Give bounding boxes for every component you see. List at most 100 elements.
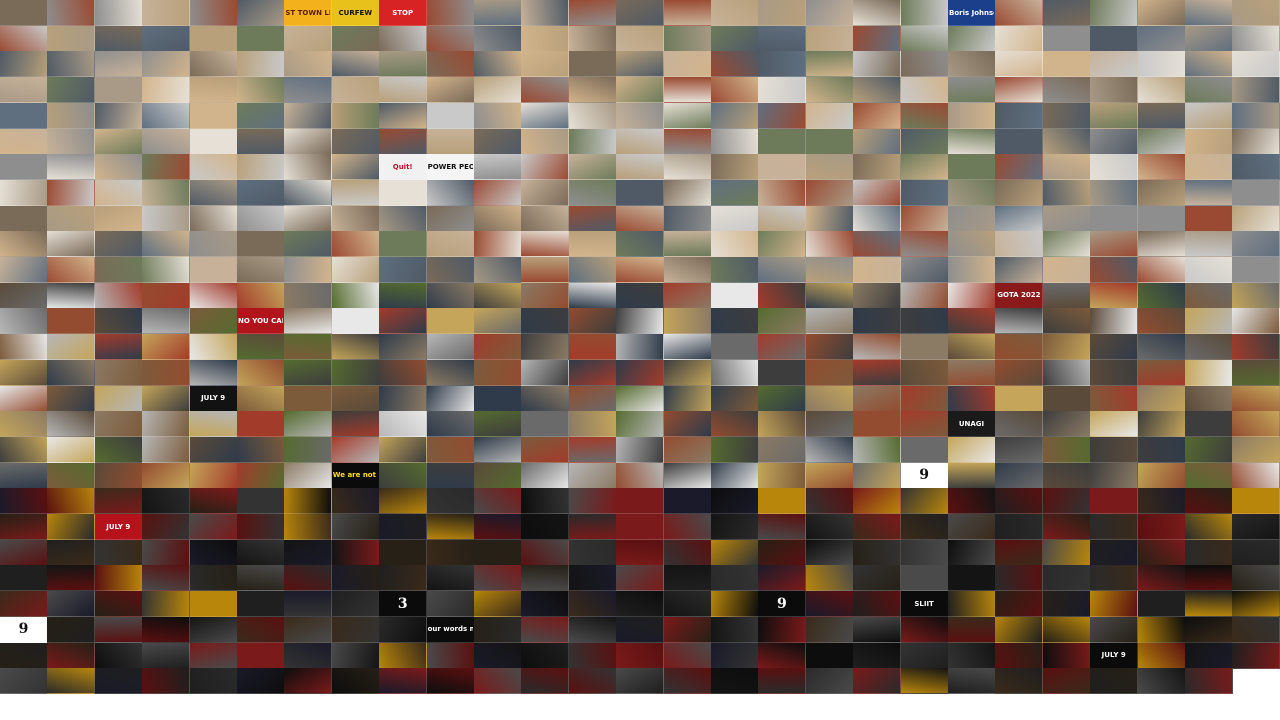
mosaic-tile [237,668,285,694]
mosaic-tile [711,179,759,206]
mosaic-tile [1185,411,1233,438]
mosaic-tile [142,514,191,540]
mosaic-tile [758,565,807,592]
mosaic-tile [900,308,949,335]
mosaic-tile [900,642,949,669]
mosaic-tile [853,154,902,181]
mosaic-tile [900,282,949,309]
mosaic-tile [142,539,191,566]
mosaic-tile [948,77,996,104]
mosaic-tile [94,539,143,566]
mosaic-tile [426,462,475,489]
mosaic-tile [1042,257,1091,283]
mosaic-tile [426,385,475,412]
mosaic-tile [94,102,143,129]
mosaic-tile: NO YOU CAN'T [237,308,285,335]
mosaic-tile [1137,154,1186,181]
mosaic-tile [948,257,996,283]
mosaic-tile [758,436,807,463]
mosaic-tile [711,0,759,26]
mosaic-tile [948,668,996,694]
mosaic-tile [1137,539,1186,566]
mosaic-tile [1232,77,1280,104]
mosaic-tile [995,359,1044,386]
mosaic-tile [426,257,475,283]
mosaic-tile [568,488,617,515]
mosaic-tile [474,668,522,694]
mosaic-tile [0,385,48,412]
mosaic-tile [900,565,949,592]
mosaic-tile [568,359,617,386]
mosaic-tile [616,668,665,694]
mosaic-tile [805,179,854,206]
mosaic-tile [1232,51,1280,78]
mosaic-tile [1090,154,1139,181]
mosaic-tile [189,179,238,206]
mosaic-tile [284,539,333,566]
mosaic-tile [284,359,333,386]
mosaic-tile [0,462,48,489]
mosaic-tile [948,488,996,515]
mosaic-tile: CURFEW [331,0,380,26]
mosaic-tile [1185,668,1233,694]
mosaic-tile [94,0,143,26]
mosaic-tile [189,514,238,540]
mosaic-tile [948,282,996,309]
mosaic-tile [521,565,570,592]
mosaic-tile [189,77,238,104]
mosaic-tile [474,0,522,26]
mosaic-tile [1137,616,1186,643]
mosaic-tile [568,231,617,258]
mosaic-tile [948,231,996,258]
mosaic-tile [663,334,712,361]
mosaic-tile [853,514,902,540]
mosaic-tile [237,539,285,566]
mosaic-tile [900,411,949,438]
mosaic-tile [758,539,807,566]
mosaic-tile [616,51,665,78]
mosaic-tile [237,642,285,669]
mosaic-tile [1185,539,1233,566]
mosaic-tile [1042,102,1091,129]
mosaic-tile: JULY 9 [94,514,143,540]
mosaic-tile [521,359,570,386]
mosaic-tile [853,128,902,155]
mosaic-tile [568,308,617,335]
mosaic-tile [189,642,238,669]
photo-mosaic-grid: ST TOWN LIVE CURFEW STOP Boris Johnson Quit!… [0,0,1280,694]
mosaic-tile [663,205,712,232]
mosaic-tile [426,102,475,129]
mosaic-tile [900,25,949,52]
mosaic-tile [711,205,759,232]
mosaic-tile [1232,257,1280,283]
mosaic-tile [331,514,380,540]
mosaic-tile [1042,77,1091,104]
mosaic-tile [1042,616,1091,643]
mosaic-tile [189,591,238,618]
mosaic-tile [900,179,949,206]
mosaic-tile [805,154,854,181]
mosaic-tile [142,385,191,412]
mosaic-tile [900,385,949,412]
mosaic-tile [1185,0,1233,26]
mosaic-tile [331,616,380,643]
mosaic-tile [426,25,475,52]
mosaic-tile [521,128,570,155]
mosaic-tile [1137,0,1186,26]
mosaic-tile [1137,514,1186,540]
mosaic-tile [142,642,191,669]
mosaic-tile [616,565,665,592]
mosaic-tile [47,25,96,52]
mosaic-tile [284,205,333,232]
mosaic-tile [900,205,949,232]
mosaic-tile [474,642,522,669]
mosaic-tile [47,308,96,335]
mosaic-tile [379,565,428,592]
mosaic-tile [237,616,285,643]
mosaic-tile [853,385,902,412]
mosaic-tile [995,25,1044,52]
mosaic-tile [379,514,428,540]
mosaic-tile-caption: JULY 9 [1101,651,1126,659]
mosaic-tile [521,308,570,335]
mosaic-tile [521,179,570,206]
